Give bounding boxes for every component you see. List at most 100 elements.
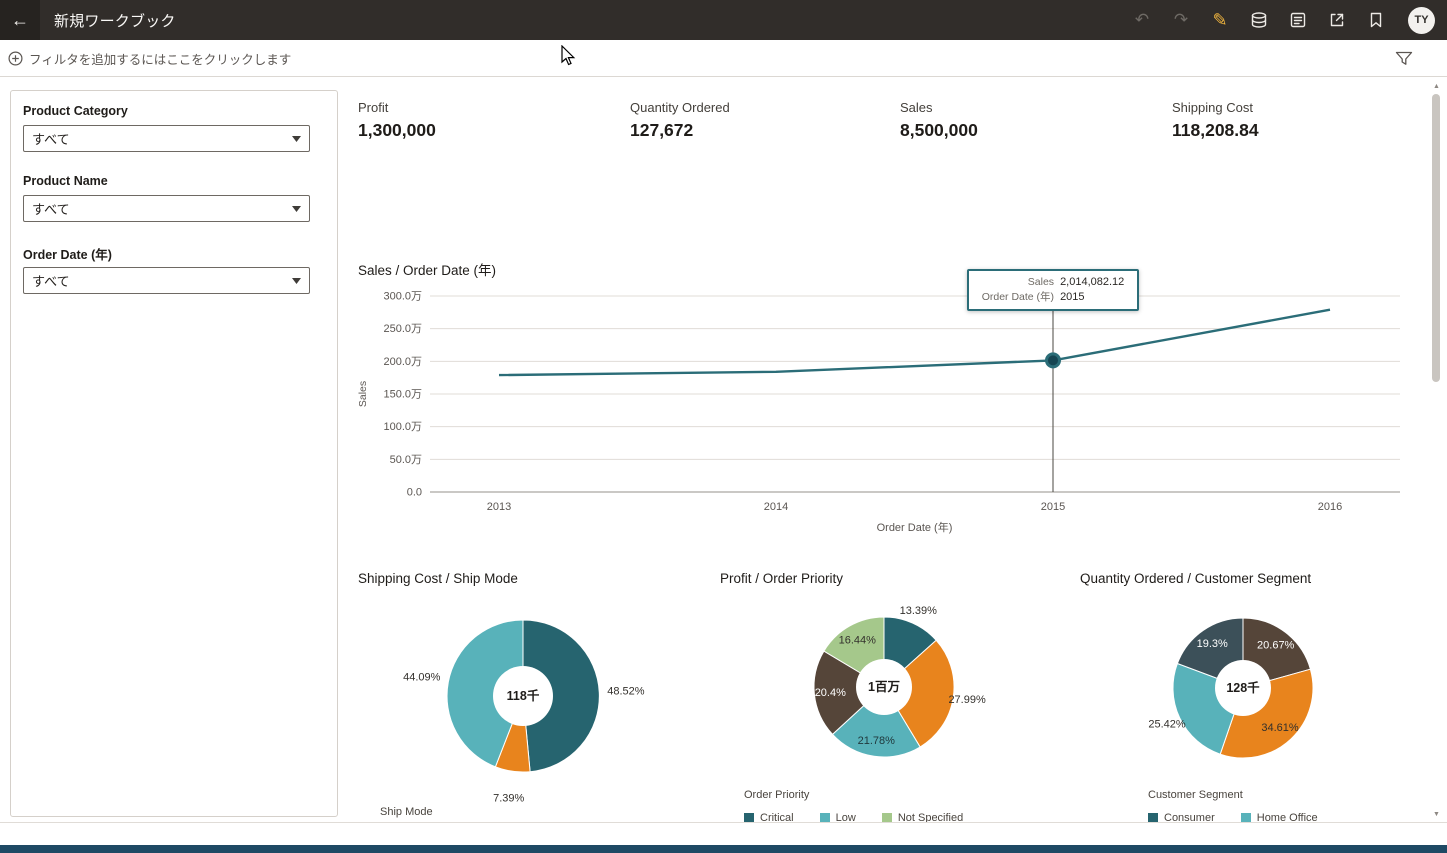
svg-text:1百万: 1百万 bbox=[868, 680, 900, 694]
legend-item[interactable]: Consumer bbox=[1148, 812, 1215, 822]
undo-icon[interactable]: ↶ bbox=[1130, 8, 1154, 32]
tooltip-label: Sales bbox=[1027, 276, 1055, 288]
back-arrow-icon: ← bbox=[11, 9, 29, 30]
kpi-label: Shipping Cost bbox=[1172, 100, 1253, 115]
svg-text:7.39%: 7.39% bbox=[493, 793, 524, 805]
svg-text:150.0万: 150.0万 bbox=[383, 389, 422, 401]
scroll-up-icon[interactable]: ▲ bbox=[1431, 80, 1442, 92]
chart-tooltip: Sales 2,014,082.12 Order Date (年) 2015 bbox=[967, 269, 1139, 311]
product-category-value: すべて bbox=[32, 132, 70, 147]
kpi-value: 1,300,000 bbox=[358, 120, 436, 140]
legend-label: Consumer bbox=[1164, 812, 1215, 822]
vertical-scrollbar[interactable]: ▲ ▼ bbox=[1431, 80, 1442, 820]
bookmark-icon[interactable] bbox=[1364, 8, 1388, 32]
svg-text:0.0: 0.0 bbox=[407, 487, 422, 499]
kpi-label: Profit bbox=[358, 100, 389, 115]
ship-mode-donut-chart[interactable]: 118千 48.52% 7.39% 44.09% bbox=[358, 590, 708, 816]
legend-label: Critical bbox=[760, 812, 794, 822]
legend-item[interactable]: Home Office bbox=[1240, 812, 1318, 822]
svg-text:Order Date (年): Order Date (年) bbox=[877, 520, 953, 534]
product-name-select[interactable]: すべて bbox=[23, 195, 310, 222]
product-name-value: すべて bbox=[32, 202, 70, 217]
toolbar: ↶ ↷ ✎ TY bbox=[1130, 6, 1447, 34]
donut-title-order-priority: Profit / Order Priority bbox=[720, 571, 844, 586]
svg-text:200.0万: 200.0万 bbox=[383, 356, 422, 368]
svg-text:2013: 2013 bbox=[487, 501, 511, 513]
kpi-tile-sales[interactable]: Sales 8,500,000 bbox=[900, 100, 1140, 141]
kpi-tile-quantity-ordered[interactable]: Quantity Ordered 127,672 bbox=[630, 100, 870, 141]
order-priority-donut-chart[interactable]: 1百万 13.39% 27.99% 21.78% 20.4% 16.44% bbox=[714, 590, 1064, 816]
customer-segment-donut-chart[interactable]: 128千 20.67% 34.61% 25.42% 19.3% bbox=[1074, 590, 1424, 816]
legend-row-order-priority: Critical Low Not Specified bbox=[744, 812, 963, 822]
add-filter-button[interactable]: フィルタを追加するにはここをクリックします bbox=[8, 49, 291, 68]
dataset-icon[interactable] bbox=[1247, 8, 1271, 32]
svg-text:100.0万: 100.0万 bbox=[383, 421, 422, 433]
chevron-down-icon bbox=[292, 135, 301, 142]
svg-text:Sales: Sales bbox=[357, 381, 369, 407]
svg-text:118千: 118千 bbox=[507, 688, 540, 703]
legend-swatch bbox=[819, 813, 830, 822]
kpi-tile-shipping-cost[interactable]: Shipping Cost 118,208.84 bbox=[1172, 100, 1412, 141]
legend-swatch bbox=[744, 813, 754, 822]
legend-label: Low bbox=[835, 812, 856, 822]
svg-text:50.0万: 50.0万 bbox=[390, 454, 422, 466]
svg-text:44.09%: 44.09% bbox=[403, 672, 441, 684]
product-category-select[interactable]: すべて bbox=[23, 125, 310, 152]
svg-text:16.44%: 16.44% bbox=[839, 635, 877, 647]
legend-label: Home Office bbox=[1256, 812, 1318, 822]
svg-text:20.67%: 20.67% bbox=[1257, 640, 1295, 652]
donut-title-ship-mode: Shipping Cost / Ship Mode bbox=[358, 571, 518, 586]
user-avatar[interactable]: TY bbox=[1408, 6, 1435, 34]
tooltip-value: 2,014,082.12 bbox=[1060, 276, 1125, 288]
svg-text:2014: 2014 bbox=[764, 501, 788, 513]
mouse-cursor bbox=[561, 45, 576, 66]
kpi-value: 8,500,000 bbox=[900, 120, 978, 140]
svg-text:34.61%: 34.61% bbox=[1261, 722, 1299, 734]
legend-title-ship-mode: Ship Mode bbox=[380, 806, 433, 818]
edit-icon[interactable]: ✎ bbox=[1208, 8, 1232, 32]
workbook-canvas: Product Category すべて Product Name すべて Or… bbox=[0, 76, 1447, 822]
redo-icon[interactable]: ↷ bbox=[1169, 8, 1193, 32]
tooltip-value: 2015 bbox=[1060, 291, 1085, 303]
legend-swatch bbox=[1240, 813, 1251, 822]
scroll-down-icon[interactable]: ▼ bbox=[1431, 808, 1442, 820]
footer-bar bbox=[0, 845, 1447, 853]
legend-item[interactable]: Critical bbox=[744, 812, 794, 822]
svg-text:21.78%: 21.78% bbox=[858, 735, 896, 747]
legend-row-customer-segment: Consumer Home Office bbox=[1148, 812, 1318, 822]
filter-label-product-name: Product Name bbox=[23, 174, 108, 188]
svg-text:25.42%: 25.42% bbox=[1148, 718, 1186, 730]
horizontal-scroll-area bbox=[0, 822, 1447, 845]
chevron-down-icon bbox=[292, 277, 301, 284]
add-filter-label: フィルタを追加するにはここをクリックします bbox=[29, 52, 292, 67]
kpi-value: 127,672 bbox=[630, 120, 694, 140]
svg-text:48.52%: 48.52% bbox=[607, 686, 645, 698]
chevron-down-icon bbox=[292, 205, 301, 212]
legend-label: Not Specified bbox=[897, 812, 964, 822]
filter-funnel-icon[interactable] bbox=[1395, 51, 1413, 66]
kpi-tile-profit[interactable]: Profit 1,300,000 bbox=[358, 100, 598, 141]
svg-text:13.39%: 13.39% bbox=[900, 605, 938, 617]
filter-bar: フィルタを追加するにはここをクリックします bbox=[0, 40, 1447, 77]
svg-text:27.99%: 27.99% bbox=[948, 694, 986, 706]
order-date-select[interactable]: すべて bbox=[23, 267, 310, 294]
svg-text:2016: 2016 bbox=[1318, 501, 1342, 513]
svg-text:300.0万: 300.0万 bbox=[383, 291, 422, 303]
filter-panel: Product Category すべて Product Name すべて Or… bbox=[10, 90, 338, 817]
page-title: 新規ワークブック bbox=[54, 12, 176, 30]
scrollbar-thumb[interactable] bbox=[1432, 94, 1440, 382]
donut-title-customer-segment: Quantity Ordered / Customer Segment bbox=[1080, 571, 1312, 586]
legend-item[interactable]: Not Specified bbox=[881, 812, 964, 822]
filter-label-product-category: Product Category bbox=[23, 104, 128, 118]
export-icon[interactable] bbox=[1325, 8, 1349, 32]
app-header: ← 新規ワークブック ↶ ↷ ✎ TY bbox=[0, 0, 1447, 40]
kpi-label: Sales bbox=[900, 100, 933, 115]
add-filter-plus-icon bbox=[8, 50, 23, 66]
notes-icon[interactable] bbox=[1286, 8, 1310, 32]
legend-swatch bbox=[881, 813, 892, 822]
tooltip-label: Order Date (年) bbox=[981, 291, 1055, 303]
kpi-value: 118,208.84 bbox=[1172, 120, 1259, 140]
legend-item[interactable]: Low bbox=[819, 812, 856, 822]
sales-line-chart[interactable]: 300.0万 250.0万 200.0万 150.0万 100.0万 50.0万 0.0 20… bbox=[356, 282, 1410, 548]
back-button[interactable]: ← bbox=[0, 0, 40, 40]
